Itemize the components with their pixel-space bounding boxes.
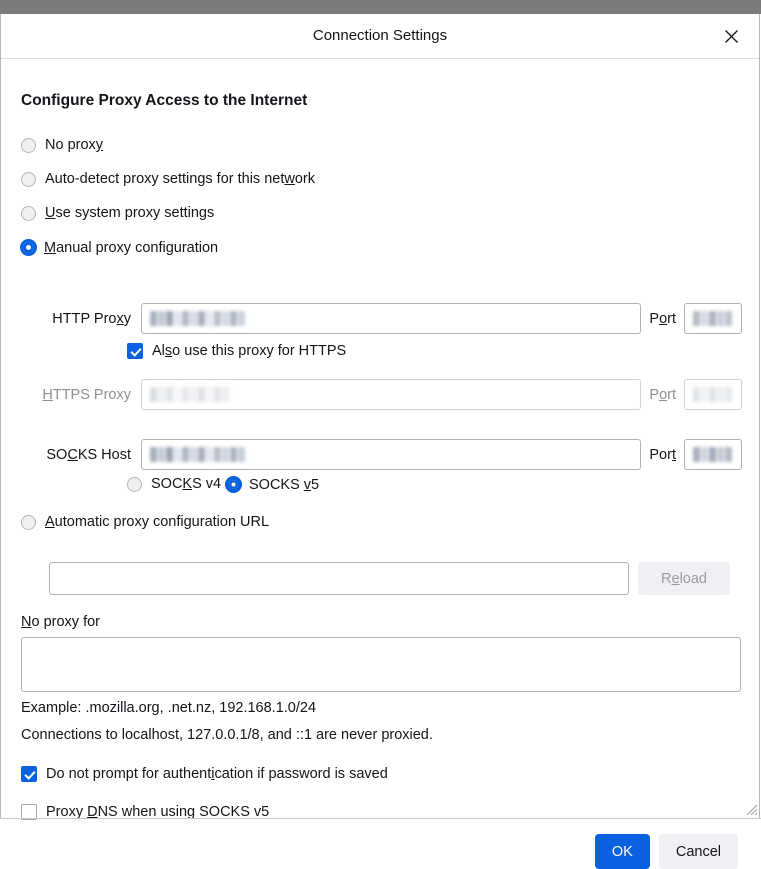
radio-auto-config-url-label: Automatic proxy configuration URL xyxy=(45,514,270,530)
cancel-button[interactable]: Cancel xyxy=(658,834,738,869)
http-proxy-label: HTTP Proxy xyxy=(52,310,131,327)
redacted-value xyxy=(150,311,245,326)
checkbox-indicator xyxy=(21,766,37,782)
redacted-value xyxy=(693,447,732,462)
radio-indicator xyxy=(127,476,142,492)
radio-socks-v4[interactable]: SOCKS v4 xyxy=(127,476,221,492)
radio-indicator xyxy=(21,514,36,530)
radio-manual-proxy[interactable]: Manual proxy configuration xyxy=(20,239,219,256)
socks-port-input[interactable] xyxy=(684,439,742,470)
radio-auto-detect[interactable]: Auto-detect proxy settings for this netw… xyxy=(21,171,315,187)
localhost-hint: Connections to localhost, 127.0.0.1/8, a… xyxy=(21,727,433,743)
no-proxy-for-label: No proxy for xyxy=(21,614,100,630)
radio-socks-v5-label: SOCKS v5 xyxy=(249,476,320,493)
radio-indicator-selected xyxy=(225,476,242,493)
radio-no-proxy[interactable]: No proxy xyxy=(21,137,103,153)
reload-button-label: Reload xyxy=(661,570,707,587)
http-port-input[interactable] xyxy=(684,303,742,334)
radio-socks-v4-label: SOCKS v4 xyxy=(151,476,222,492)
socks-host-row: SOCKS Host Port xyxy=(21,439,742,470)
radio-no-proxy-label: No proxy xyxy=(45,137,104,153)
https-proxy-input xyxy=(141,379,642,410)
socks-host-label: SOCKS Host xyxy=(46,446,131,463)
no-proxy-for-textarea[interactable] xyxy=(21,637,741,692)
dialog-bottom-divider xyxy=(0,818,761,819)
radio-manual-proxy-label: Manual proxy configuration xyxy=(44,239,219,256)
redacted-value xyxy=(693,387,732,402)
page-title: Configure Proxy Access to the Internet xyxy=(21,92,308,109)
reload-button: Reload xyxy=(638,562,730,595)
http-proxy-input[interactable] xyxy=(141,303,642,334)
socks-host-input[interactable] xyxy=(141,439,642,470)
https-proxy-row: HTTPS Proxy Port xyxy=(21,379,742,410)
checkbox-indicator xyxy=(127,343,143,359)
checkbox-also-https-label: Also use this proxy for HTTPS xyxy=(152,343,347,359)
http-port-label: Port xyxy=(649,310,676,327)
dialog-title: Connection Settings xyxy=(312,27,448,44)
https-port-label: Port xyxy=(649,386,676,403)
radio-indicator xyxy=(21,171,36,187)
radio-auto-detect-label: Auto-detect proxy settings for this netw… xyxy=(45,171,316,187)
auto-config-url-input[interactable] xyxy=(49,562,629,595)
redacted-value xyxy=(150,387,229,402)
radio-indicator xyxy=(21,137,36,153)
browser-chrome-strip xyxy=(0,0,761,14)
example-hint: Example: .mozilla.org, .net.nz, 192.168.… xyxy=(21,700,317,716)
radio-auto-config-url[interactable]: Automatic proxy configuration URL xyxy=(21,514,269,530)
http-proxy-row: HTTP Proxy Port xyxy=(21,303,742,334)
socks-port-label: Port xyxy=(649,446,676,463)
radio-socks-v5[interactable]: SOCKS v5 xyxy=(225,476,320,493)
checkbox-no-prompt-auth[interactable]: Do not prompt for authentication if pass… xyxy=(21,766,388,782)
close-icon[interactable] xyxy=(717,22,745,50)
connection-settings-dialog: Connection Settings Configure Proxy Acce… xyxy=(0,14,760,869)
dialog-button-row: OK Cancel xyxy=(594,834,738,869)
dialog-titlebar: Connection Settings xyxy=(1,14,759,59)
checkbox-no-prompt-auth-label: Do not prompt for authentication if pass… xyxy=(46,766,388,782)
radio-use-system-label: Use system proxy settings xyxy=(45,205,215,221)
ok-button[interactable]: OK xyxy=(594,834,650,869)
https-port-input xyxy=(684,379,742,410)
checkbox-also-https[interactable]: Also use this proxy for HTTPS xyxy=(127,343,346,359)
radio-indicator-selected xyxy=(20,239,37,256)
radio-indicator xyxy=(21,205,36,221)
radio-use-system[interactable]: Use system proxy settings xyxy=(21,205,214,221)
https-proxy-label: HTTPS Proxy xyxy=(42,386,131,403)
redacted-value xyxy=(150,447,245,462)
resize-grip-icon[interactable] xyxy=(742,800,758,816)
redacted-value xyxy=(693,311,732,326)
